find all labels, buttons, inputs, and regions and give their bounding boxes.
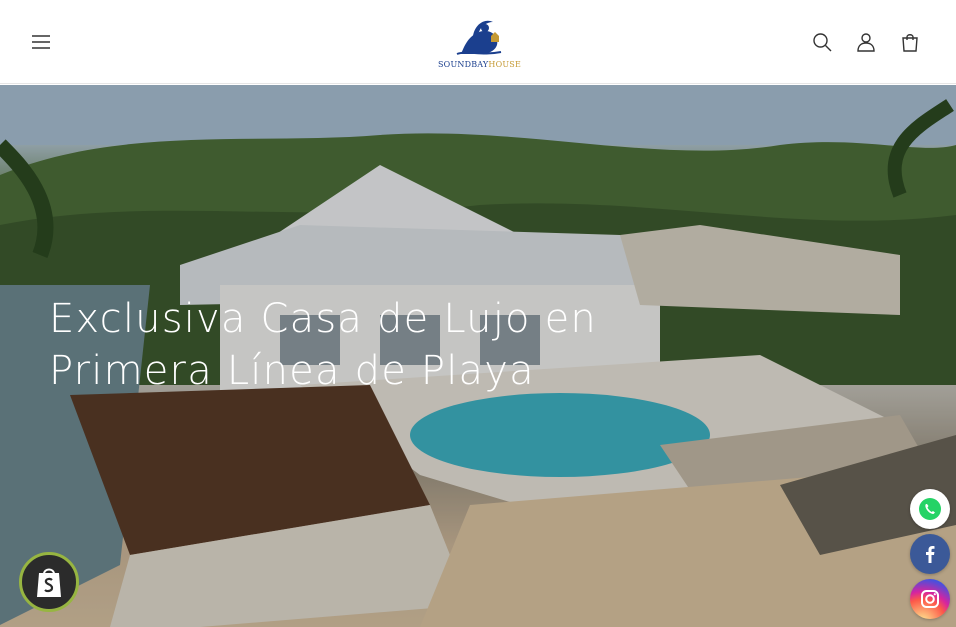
logo-wordmark: SOUNDBAYHOUSE <box>438 60 522 69</box>
shop-app-button[interactable] <box>19 552 79 612</box>
search-button[interactable] <box>800 20 844 64</box>
account-button[interactable] <box>844 20 888 64</box>
site-logo[interactable]: SOUNDBAYHOUSE <box>438 14 522 74</box>
shopping-bag-icon <box>902 34 918 52</box>
facebook-button[interactable] <box>910 534 950 574</box>
hero-banner: Exclusiva Casa de Lujo en Primera Línea … <box>0 85 956 627</box>
cart-button[interactable] <box>888 20 932 64</box>
whatsapp-button[interactable] <box>910 489 950 529</box>
menu-button[interactable] <box>19 20 63 64</box>
whatsapp-icon <box>919 498 941 520</box>
user-account-icon <box>857 33 875 52</box>
instagram-button[interactable] <box>910 579 950 619</box>
facebook-icon <box>926 546 935 563</box>
instagram-icon <box>921 590 939 608</box>
logo-emblem-icon <box>456 20 502 55</box>
hero-title: Exclusiva Casa de Lujo en Primera Línea … <box>49 296 597 394</box>
hamburger-menu-icon <box>32 35 50 49</box>
shopify-bag-icon <box>37 568 61 597</box>
site-header: SOUNDBAYHOUSE <box>0 0 956 84</box>
search-icon <box>813 33 832 52</box>
